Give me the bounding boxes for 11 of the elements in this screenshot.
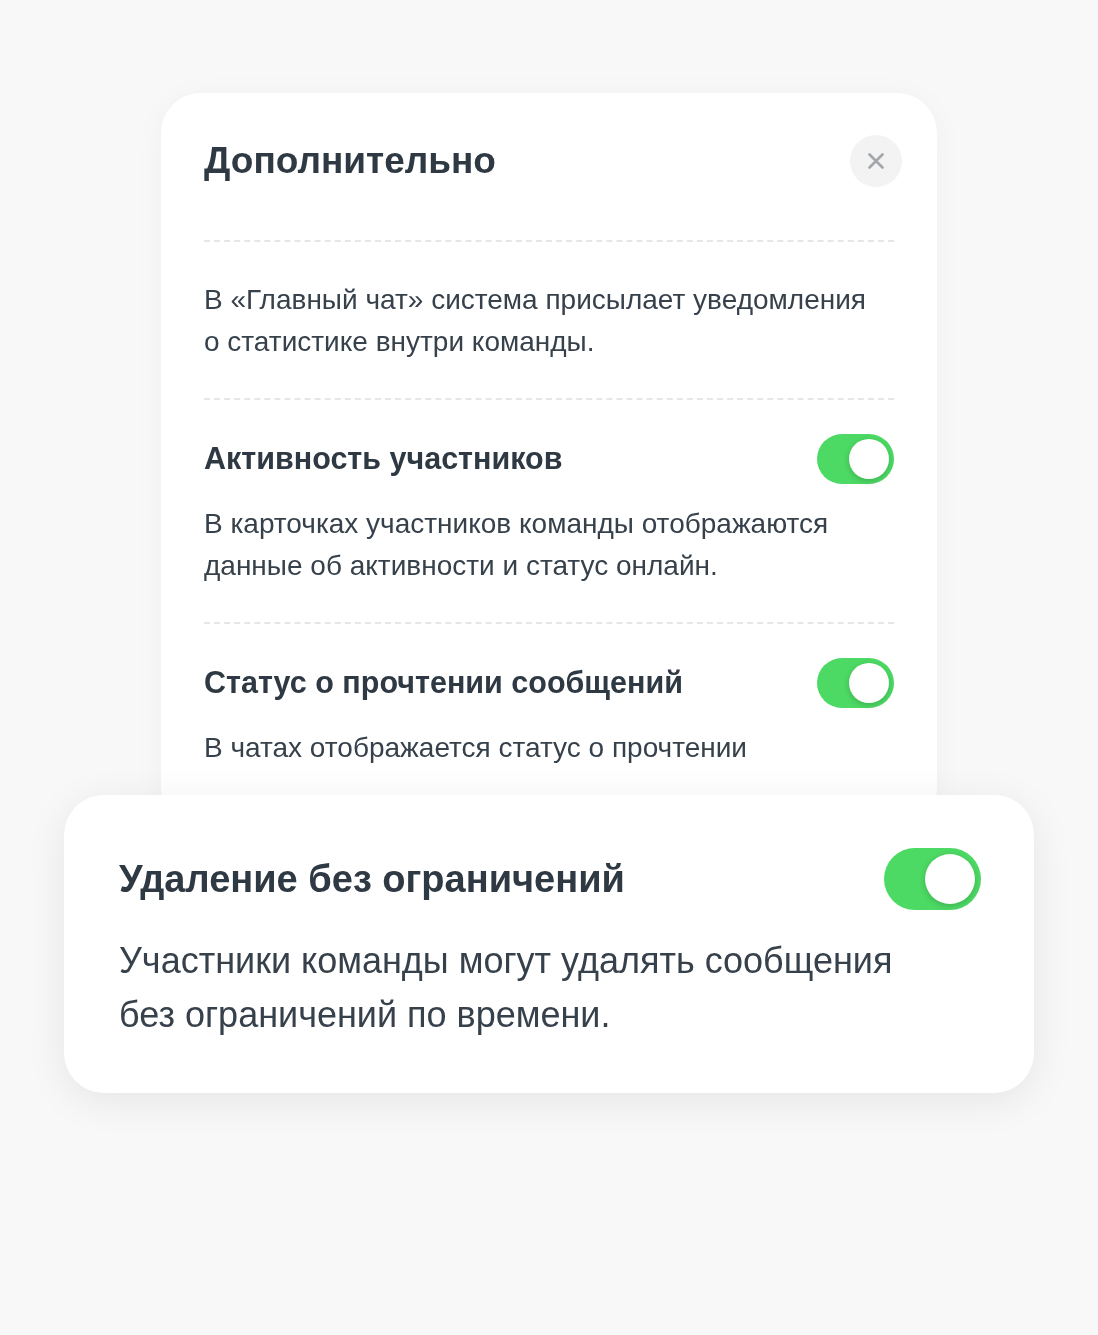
setting-title: Удаление без ограничений	[119, 856, 625, 902]
intro-text: В «Главный чат» система присылает уведомления о статистике внутри команды.	[204, 283, 867, 359]
close-button[interactable]	[850, 135, 902, 187]
setting-title: Активность участников	[204, 440, 563, 478]
setting-description: Участники команды могут удалять сообщения без ограничений по времени.	[119, 939, 894, 1037]
dialog-title: Дополнительно	[204, 139, 496, 183]
setting-title: Статус о прочтении сообщений	[204, 664, 683, 702]
toggle-switch[interactable]	[817, 658, 894, 708]
toggle-switch[interactable]	[817, 434, 894, 484]
setting-description: В чатах отображается статус о прочтении	[204, 731, 748, 765]
setting-description: В карточках участников команды отображаются данные об активности и статус онлайн.	[204, 507, 830, 583]
